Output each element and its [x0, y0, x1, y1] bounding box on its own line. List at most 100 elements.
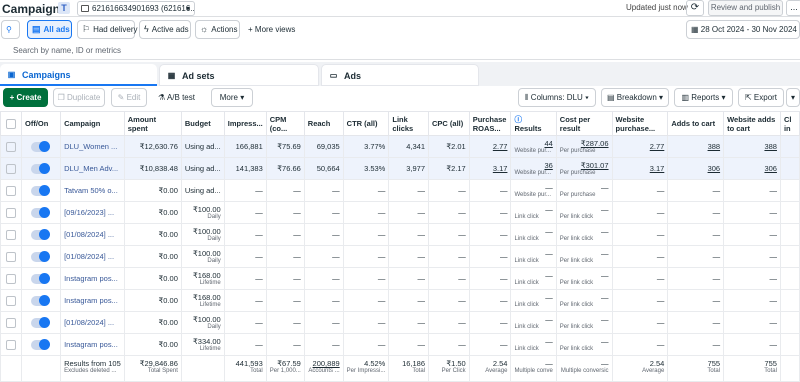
campaign-name-link[interactable]: DLU_Women ...: [60, 135, 125, 158]
row-checkbox[interactable]: [6, 317, 16, 328]
campaign-name-link[interactable]: Tatvam 50% o...: [60, 179, 125, 202]
export-button[interactable]: ⇱ Export: [738, 88, 784, 107]
row-select-cell[interactable]: [0, 245, 23, 268]
col-amount[interactable]: Amount spent: [123, 111, 182, 136]
campaign-name-link[interactable]: Instagram pos...: [60, 333, 125, 356]
toggle-cell[interactable]: [21, 135, 62, 158]
breakdown-button[interactable]: ▤ Breakdown ▾: [601, 88, 669, 107]
row-select-cell[interactable]: [0, 333, 23, 356]
budget-type: Daily: [207, 323, 221, 330]
row-checkbox[interactable]: [6, 273, 16, 284]
export-icon: ⇱: [744, 93, 754, 102]
toggle-cell[interactable]: [21, 245, 62, 268]
row-checkbox[interactable]: [6, 251, 16, 262]
edit-button[interactable]: ✎ Edit: [111, 88, 147, 107]
delivery-toggle[interactable]: [31, 250, 51, 262]
delivery-toggle[interactable]: [31, 338, 51, 350]
col-partial[interactable]: Cl in: [779, 111, 800, 136]
col-budget[interactable]: Budget: [180, 111, 225, 136]
col-results[interactable]: ⓘ Results: [510, 111, 557, 136]
toggle-cell[interactable]: [21, 289, 62, 312]
toggle-cell[interactable]: [21, 267, 62, 290]
col-adds-to-cart[interactable]: Adds to cart: [667, 111, 725, 136]
date-range-picker[interactable]: ▦ 28 Oct 2024 - 30 Nov 2024 ▾: [686, 20, 800, 39]
row-checkbox[interactable]: [6, 141, 16, 152]
col-campaign[interactable]: Campaign: [60, 111, 125, 136]
tab-campaigns[interactable]: ▣ Campaigns: [0, 64, 157, 86]
col-impressions[interactable]: Impress...: [223, 111, 267, 136]
campaign-name-link[interactable]: [09/16/2023] ...: [60, 201, 125, 224]
col-roas[interactable]: Purchase ROAS...: [468, 111, 512, 136]
delivery-toggle[interactable]: [31, 294, 51, 306]
row-select-cell[interactable]: [0, 179, 23, 202]
campaign-name-link[interactable]: DLU_Men Adv...: [60, 157, 125, 180]
filter-had-delivery[interactable]: ⚐ Had delivery: [77, 20, 138, 39]
refresh-button[interactable]: ⟳: [686, 0, 704, 16]
tab-ads[interactable]: ▭ Ads: [321, 64, 479, 86]
table-row: Tatvam 50% o... ₹0.00 Using ad... — — — — — — — — W…: [0, 179, 800, 202]
delivery-toggle[interactable]: [31, 316, 51, 328]
row-checkbox[interactable]: [6, 185, 16, 196]
campaign-name-link[interactable]: Instagram pos...: [60, 289, 125, 312]
delivery-toggle[interactable]: [31, 184, 51, 196]
row-select-cell[interactable]: [0, 223, 23, 246]
row-select-cell[interactable]: [0, 157, 23, 180]
review-publish-button[interactable]: Review and publish: [708, 0, 783, 16]
duplicate-button[interactable]: ❐ Duplicate: [53, 88, 105, 107]
filter-all-ads[interactable]: ▤ All ads: [27, 20, 72, 39]
search-button[interactable]: ⚲: [1, 20, 20, 39]
more-options-button[interactable]: ...: [786, 0, 800, 16]
toggle-cell[interactable]: [21, 223, 62, 246]
col-website-purchase[interactable]: Website purchase...: [611, 111, 669, 136]
toggle-cell[interactable]: [21, 311, 62, 334]
website-purchase-cell-value: —: [656, 186, 665, 195]
reports-button[interactable]: ▥ Reports ▾: [674, 88, 733, 107]
row-checkbox[interactable]: [6, 229, 16, 240]
delivery-toggle[interactable]: [31, 162, 51, 174]
col-onoff[interactable]: Off/On: [21, 111, 62, 136]
col-ctr[interactable]: CTR (all): [342, 111, 390, 136]
search-input[interactable]: Search by name, ID or metrics: [13, 46, 121, 55]
delivery-toggle[interactable]: [31, 272, 51, 284]
filter-actions[interactable]: ☼ Actions: [195, 20, 240, 39]
row-select-cell[interactable]: [0, 311, 23, 334]
campaign-name-link[interactable]: [01/08/2024] ...: [60, 245, 125, 268]
row-select-cell[interactable]: [0, 135, 23, 158]
delivery-toggle[interactable]: [31, 228, 51, 240]
col-reach[interactable]: Reach: [303, 111, 344, 136]
col-cost-per-result[interactable]: Cost per result: [555, 111, 613, 136]
more-button[interactable]: More ▾: [211, 88, 253, 107]
row-checkbox[interactable]: [6, 163, 16, 174]
toggle-cell[interactable]: [21, 179, 62, 202]
toggle-cell[interactable]: [21, 157, 62, 180]
col-link-clicks[interactable]: Link clicks: [388, 111, 430, 136]
row-checkbox[interactable]: [6, 295, 16, 306]
select-all-checkbox[interactable]: [6, 118, 16, 129]
more-views-button[interactable]: + More views: [248, 20, 295, 39]
col-website-adds[interactable]: Website adds to cart: [723, 111, 781, 136]
row-select-cell[interactable]: [0, 267, 23, 290]
row-checkbox[interactable]: [6, 339, 16, 350]
row-select-cell[interactable]: [0, 201, 23, 224]
row-checkbox[interactable]: [6, 207, 16, 218]
campaign-name-link[interactable]: Instagram pos...: [60, 267, 125, 290]
delivery-toggle[interactable]: [31, 206, 51, 218]
account-selector[interactable]: 621616634901693 (621616... ▾: [77, 1, 195, 16]
campaign-name-link[interactable]: [01/08/2024] ...: [60, 311, 125, 334]
toggle-cell[interactable]: [21, 333, 62, 356]
export-options-button[interactable]: ▾: [786, 88, 800, 107]
delivery-toggle[interactable]: [31, 140, 51, 152]
campaign-name-link[interactable]: [01/08/2024] ...: [60, 223, 125, 246]
columns-button[interactable]: ⦀ Columns: DLU ▾: [518, 88, 596, 107]
filter-active-ads[interactable]: ϟ Active ads: [139, 20, 191, 39]
tab-adsets[interactable]: ▦ Ad sets: [159, 64, 319, 86]
cpm-cell: —: [265, 223, 305, 246]
select-all-header[interactable]: [0, 111, 23, 136]
ab-test-button[interactable]: ⚗ A/B test: [158, 88, 195, 107]
col-cpm[interactable]: CPM (co...: [265, 111, 305, 136]
row-select-cell[interactable]: [0, 289, 23, 312]
table-row: DLU_Men Adv... ₹10,838.48 Using ad... 141,3…: [0, 157, 800, 180]
col-cpc[interactable]: CPC (all): [428, 111, 470, 136]
toggle-cell[interactable]: [21, 201, 62, 224]
create-button[interactable]: + Create: [3, 88, 48, 107]
